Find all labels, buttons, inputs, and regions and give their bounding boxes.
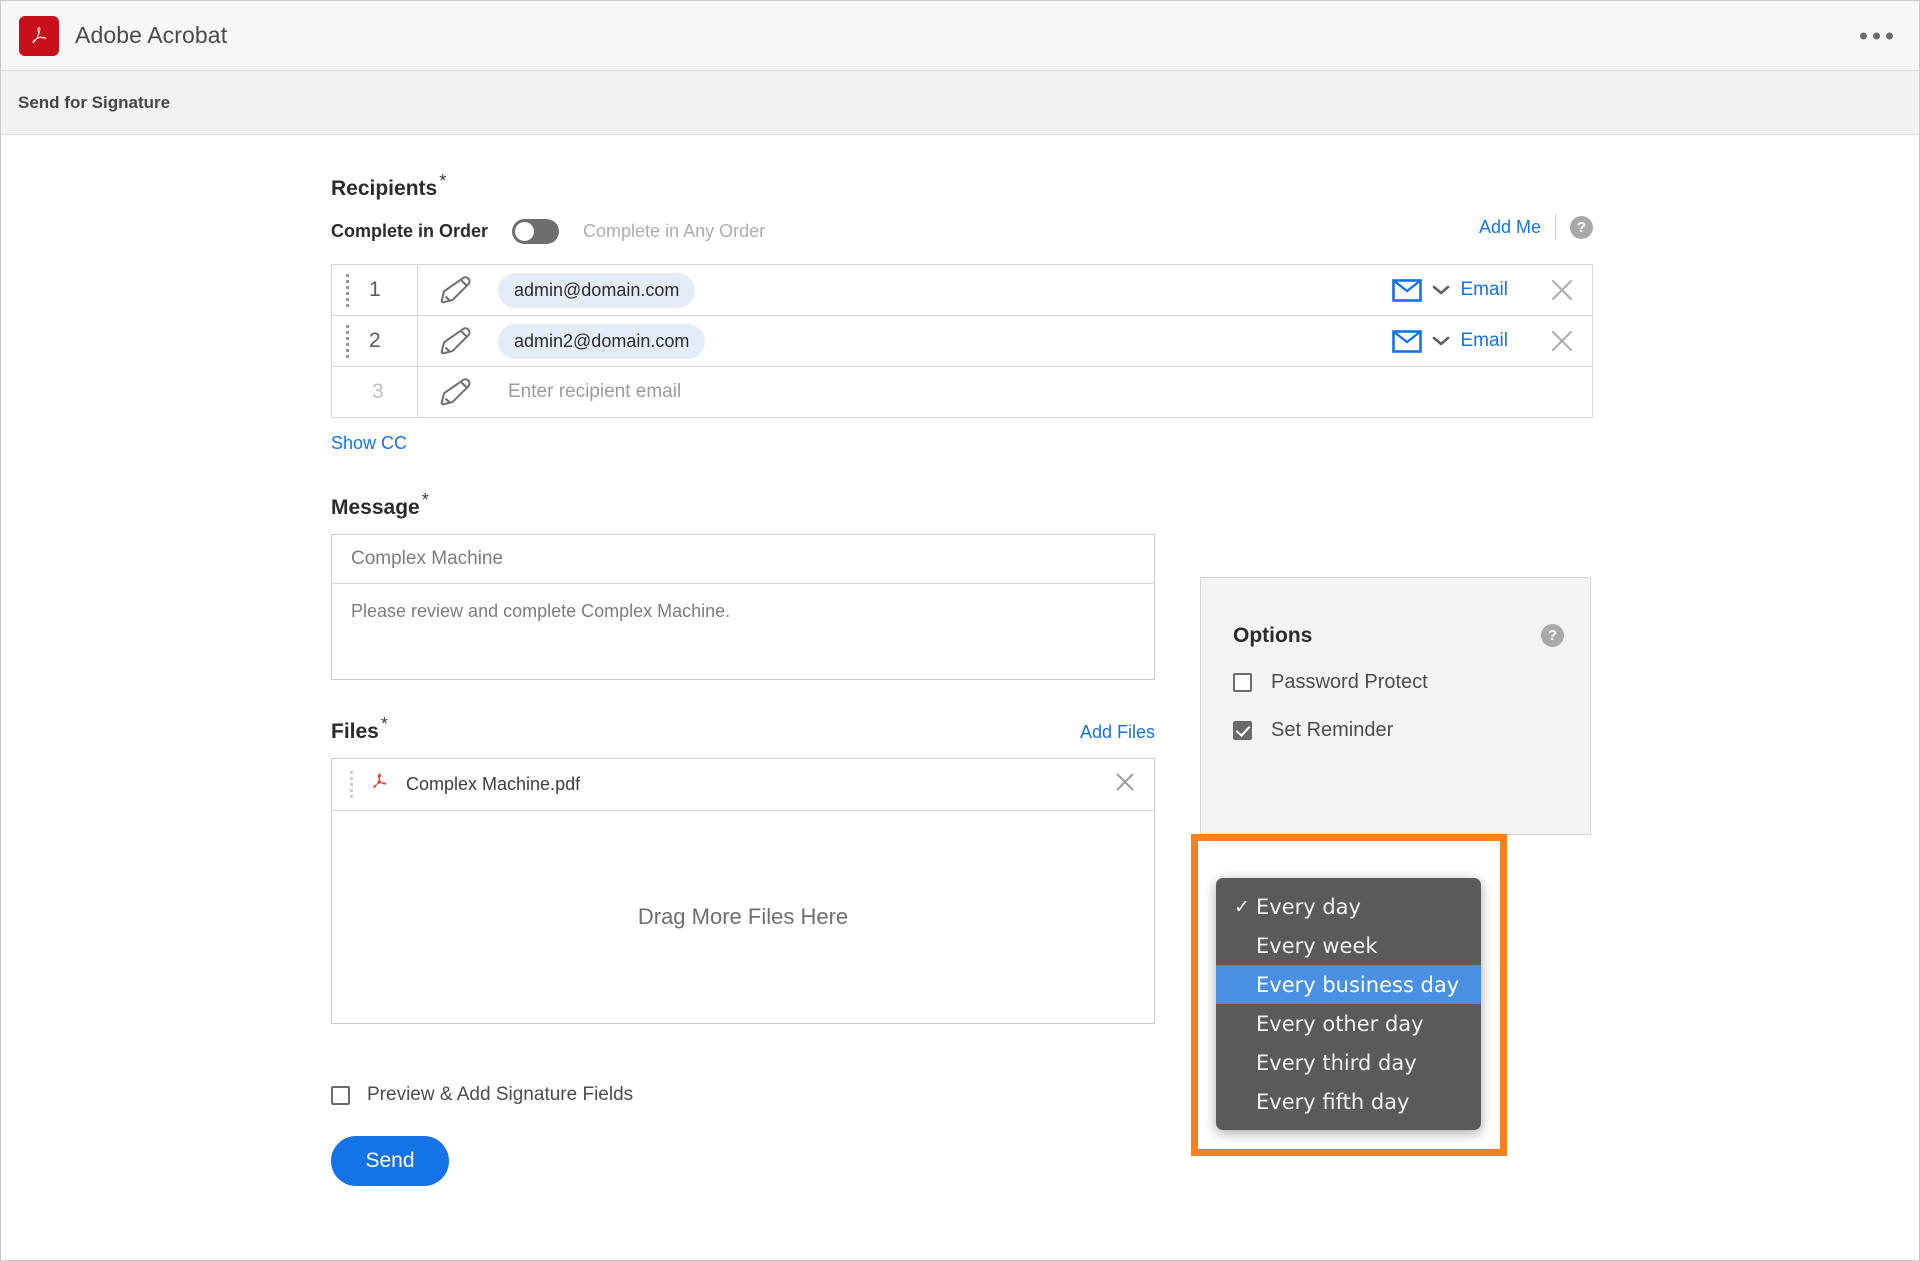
files-label: Files	[331, 720, 379, 743]
recipient-email-input[interactable]: Enter recipient email	[508, 381, 681, 403]
add-me-group: Add Me ?	[1479, 214, 1593, 240]
recipients-section: Recipients * Complete in Order Complete i…	[331, 171, 1593, 454]
options-help-icon[interactable]: ?	[1541, 624, 1564, 647]
drag-handle-icon[interactable]	[350, 771, 353, 798]
files-heading: Files *	[331, 714, 388, 744]
dropdown-option-every-fifth-day[interactable]: Every fifth day	[1216, 1082, 1481, 1121]
dropdown-option-label: Every other day	[1256, 1011, 1424, 1036]
main-content: Recipients * Complete in Order Complete i…	[1, 136, 1919, 1260]
recipients-help-icon[interactable]: ?	[1570, 215, 1593, 239]
recipients-heading: Recipients *	[331, 171, 446, 201]
dropdown-option-every-business-day[interactable]: Every business day	[1216, 965, 1481, 1004]
table-row[interactable]: 2 admin2@domain.com Email	[331, 315, 1593, 367]
table-row[interactable]: 3 Enter recipient email	[331, 366, 1593, 418]
recipient-order-cell[interactable]: 2	[332, 316, 418, 366]
message-label: Message	[331, 496, 420, 519]
add-me-button[interactable]: Add Me	[1479, 217, 1541, 238]
recipient-method-selector[interactable]: Email	[1392, 329, 1508, 353]
chevron-down-icon	[1433, 285, 1450, 295]
divider	[1555, 214, 1556, 240]
message-body-input[interactable]: Please review and complete Complex Machi…	[332, 584, 1154, 679]
recipient-number: 3	[372, 380, 384, 403]
options-title: Options	[1233, 624, 1313, 647]
dropdown-option-label: Every business day	[1256, 972, 1460, 997]
files-section: Files * Add Files Complex Machine.pdf Dr…	[331, 714, 1155, 1024]
file-drop-area[interactable]: Drag More Files Here	[332, 811, 1154, 1023]
drag-handle-icon[interactable]	[346, 273, 349, 307]
dropdown-option-label: Every third day	[1256, 1050, 1417, 1075]
set-reminder-checkbox[interactable]	[1233, 721, 1252, 740]
dropdown-option-every-week[interactable]: Every week	[1216, 926, 1481, 965]
preview-fields-label: Preview & Add Signature Fields	[367, 1084, 634, 1105]
recipient-order-cell[interactable]: 1	[332, 265, 418, 315]
complete-order-row: Complete in Order Complete in Any Order …	[331, 214, 1593, 248]
reminder-frequency-dropdown[interactable]: ✓ Every day Every week Every business da…	[1216, 878, 1481, 1130]
complete-order-toggle[interactable]	[512, 218, 560, 244]
recipients-label: Recipients	[331, 177, 438, 200]
recipient-order-cell: 3	[332, 367, 418, 417]
close-icon	[1551, 330, 1573, 352]
dropdown-option-label: Every fifth day	[1256, 1089, 1410, 1114]
complete-in-order-label: Complete in Order	[331, 220, 489, 241]
adobe-acrobat-logo-icon	[19, 15, 59, 56]
send-button[interactable]: Send	[331, 1136, 449, 1186]
dropdown-option-label: Every day	[1256, 894, 1361, 919]
recipient-method-label: Email	[1460, 330, 1508, 351]
remove-recipient-button[interactable]	[1532, 328, 1592, 354]
signer-role-icon[interactable]	[418, 377, 490, 407]
table-row[interactable]: 1 admin@domain.com Email	[331, 264, 1593, 316]
remove-recipient-button[interactable]	[1532, 277, 1592, 303]
file-name: Complex Machine.pdf	[406, 774, 581, 794]
dropdown-option-label: Every week	[1256, 933, 1378, 958]
add-files-button[interactable]: Add Files	[1080, 722, 1155, 743]
dropdown-option-every-third-day[interactable]: Every third day	[1216, 1043, 1481, 1082]
envelope-icon	[1392, 329, 1423, 353]
close-icon	[1116, 773, 1134, 791]
check-icon: ✓	[1234, 895, 1250, 918]
files-header: Files * Add Files	[331, 714, 1155, 744]
show-cc-link[interactable]: Show CC	[331, 433, 407, 454]
recipient-email-chip[interactable]: admin2@domain.com	[498, 323, 706, 359]
page-title: Send for Signature	[18, 92, 171, 112]
pdf-file-icon	[373, 773, 386, 788]
title-bar: Adobe Acrobat	[1, 1, 1919, 71]
more-options-icon[interactable]	[1860, 32, 1893, 39]
password-protect-option[interactable]: Password Protect	[1233, 671, 1428, 694]
complete-any-order-label: Complete in Any Order	[583, 220, 766, 241]
recipient-email-chip[interactable]: admin@domain.com	[498, 272, 696, 308]
recipients-list: 1 admin@domain.com Email 2 admin2@domain…	[331, 264, 1593, 418]
required-asterisk: *	[439, 171, 447, 191]
dropdown-option-every-other-day[interactable]: Every other day	[1216, 1004, 1481, 1043]
files-box: Complex Machine.pdf Drag More Files Here	[331, 758, 1155, 1024]
chevron-down-icon	[1433, 336, 1450, 346]
acrobat-window: Adobe Acrobat Send for Signature Recipie…	[0, 0, 1920, 1261]
envelope-icon	[1392, 278, 1423, 302]
close-icon	[1551, 279, 1573, 301]
set-reminder-label: Set Reminder	[1271, 719, 1394, 741]
password-protect-label: Password Protect	[1271, 671, 1428, 693]
preview-fields-checkbox[interactable]	[331, 1085, 350, 1105]
required-asterisk: *	[380, 714, 388, 734]
required-asterisk: *	[421, 490, 429, 510]
recipient-number: 2	[369, 329, 381, 352]
remove-file-button[interactable]	[1114, 771, 1136, 798]
recipient-method-selector[interactable]: Email	[1392, 278, 1508, 302]
sub-header: Send for Signature	[1, 71, 1919, 135]
recipient-number: 1	[369, 278, 381, 301]
message-box: Complex Machine Please review and comple…	[331, 534, 1155, 680]
dropdown-option-every-day[interactable]: ✓ Every day	[1216, 887, 1481, 926]
signer-role-icon[interactable]	[418, 326, 490, 356]
drag-handle-icon[interactable]	[346, 324, 349, 358]
password-protect-checkbox[interactable]	[1233, 673, 1252, 692]
recipient-method-label: Email	[1460, 279, 1508, 300]
app-title: Adobe Acrobat	[75, 22, 228, 48]
toggle-knob	[515, 221, 535, 241]
options-panel: Options ? Password Protect Set Reminder	[1200, 577, 1591, 835]
message-subject-input[interactable]: Complex Machine	[332, 535, 1154, 584]
message-section: Message * Complex Machine Please review a…	[331, 490, 1155, 680]
set-reminder-option[interactable]: Set Reminder	[1233, 719, 1393, 742]
signer-role-icon[interactable]	[418, 275, 490, 305]
list-item[interactable]: Complex Machine.pdf	[332, 759, 1154, 811]
message-heading: Message *	[331, 490, 429, 520]
